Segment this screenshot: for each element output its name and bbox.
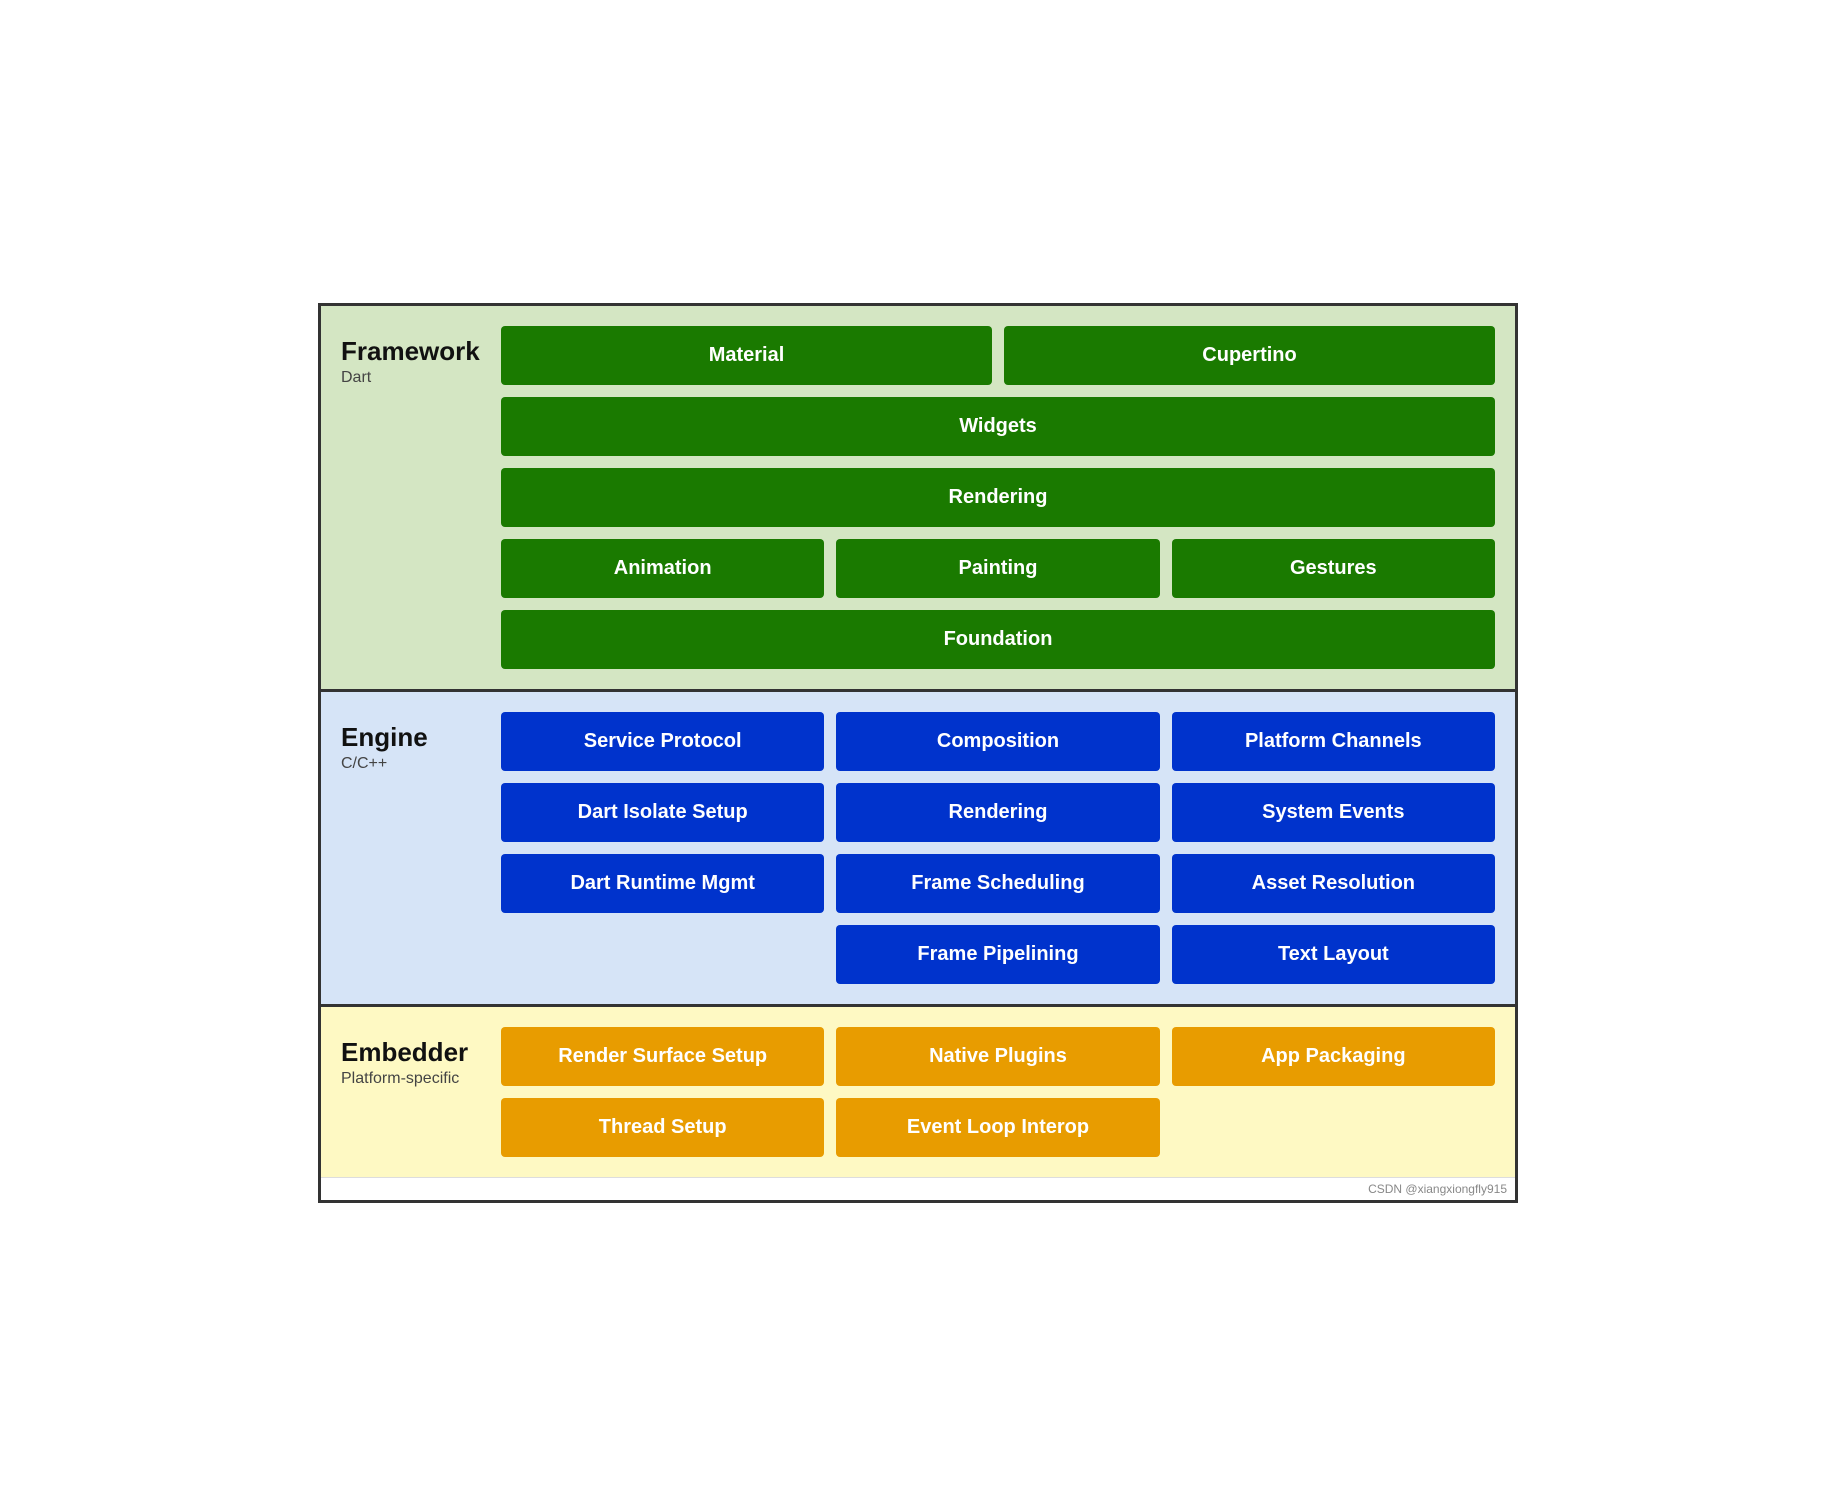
framework-row-5: Foundation bbox=[501, 610, 1495, 669]
engine-platform-channels: Platform Channels bbox=[1172, 712, 1495, 771]
engine-frame-pipelining: Frame Pipelining bbox=[836, 925, 1159, 984]
embedder-title: Embedder bbox=[341, 1037, 491, 1068]
engine-section: Engine C/C++ Service Protocol Compositio… bbox=[321, 692, 1515, 1007]
framework-animation: Animation bbox=[501, 539, 824, 598]
embedder-section: Embedder Platform-specific Render Surfac… bbox=[321, 1007, 1515, 1177]
framework-row-4: Animation Painting Gestures bbox=[501, 539, 1495, 598]
framework-painting: Painting bbox=[836, 539, 1159, 598]
watermark: CSDN @xiangxiongfly915 bbox=[321, 1177, 1515, 1200]
embedder-event-loop-interop: Event Loop Interop bbox=[836, 1098, 1159, 1157]
framework-row-3: Rendering bbox=[501, 468, 1495, 527]
engine-frame-scheduling: Frame Scheduling bbox=[836, 854, 1159, 913]
framework-label: Framework Dart bbox=[341, 326, 501, 669]
flutter-architecture-diagram: Framework Dart Material Cupertino Widget… bbox=[318, 303, 1518, 1203]
framework-section: Framework Dart Material Cupertino Widget… bbox=[321, 306, 1515, 692]
embedder-thread-setup: Thread Setup bbox=[501, 1098, 824, 1157]
engine-rendering: Rendering bbox=[836, 783, 1159, 842]
engine-system-events: System Events bbox=[1172, 783, 1495, 842]
embedder-content: Render Surface Setup Native Plugins App … bbox=[501, 1027, 1495, 1157]
embedder-row-1: Render Surface Setup Native Plugins App … bbox=[501, 1027, 1495, 1086]
framework-foundation: Foundation bbox=[501, 610, 1495, 669]
embedder-app-packaging: App Packaging bbox=[1172, 1027, 1495, 1086]
embedder-empty-1 bbox=[1172, 1098, 1495, 1157]
embedder-render-surface-setup: Render Surface Setup bbox=[501, 1027, 824, 1086]
engine-dart-runtime-mgmt: Dart Runtime Mgmt bbox=[501, 854, 824, 913]
embedder-subtitle: Platform-specific bbox=[341, 1070, 491, 1088]
engine-row-4: Frame Pipelining Text Layout bbox=[501, 925, 1495, 984]
framework-row-2: Widgets bbox=[501, 397, 1495, 456]
framework-subtitle: Dart bbox=[341, 369, 491, 387]
framework-widgets: Widgets bbox=[501, 397, 1495, 456]
framework-gestures: Gestures bbox=[1172, 539, 1495, 598]
engine-text-layout: Text Layout bbox=[1172, 925, 1495, 984]
engine-subtitle: C/C++ bbox=[341, 755, 491, 773]
engine-row-2: Dart Isolate Setup Rendering System Even… bbox=[501, 783, 1495, 842]
engine-composition: Composition bbox=[836, 712, 1159, 771]
framework-material: Material bbox=[501, 326, 992, 385]
engine-service-protocol: Service Protocol bbox=[501, 712, 824, 771]
embedder-row-2: Thread Setup Event Loop Interop bbox=[501, 1098, 1495, 1157]
engine-title: Engine bbox=[341, 722, 491, 753]
framework-title: Framework bbox=[341, 336, 491, 367]
framework-rendering: Rendering bbox=[501, 468, 1495, 527]
engine-row-3: Dart Runtime Mgmt Frame Scheduling Asset… bbox=[501, 854, 1495, 913]
engine-asset-resolution: Asset Resolution bbox=[1172, 854, 1495, 913]
framework-row-1: Material Cupertino bbox=[501, 326, 1495, 385]
engine-label: Engine C/C++ bbox=[341, 712, 501, 984]
embedder-native-plugins: Native Plugins bbox=[836, 1027, 1159, 1086]
engine-content: Service Protocol Composition Platform Ch… bbox=[501, 712, 1495, 984]
engine-empty-1 bbox=[501, 925, 824, 984]
embedder-label: Embedder Platform-specific bbox=[341, 1027, 501, 1157]
engine-row-1: Service Protocol Composition Platform Ch… bbox=[501, 712, 1495, 771]
framework-content: Material Cupertino Widgets Rendering bbox=[501, 326, 1495, 669]
framework-cupertino: Cupertino bbox=[1004, 326, 1495, 385]
engine-dart-isolate-setup: Dart Isolate Setup bbox=[501, 783, 824, 842]
